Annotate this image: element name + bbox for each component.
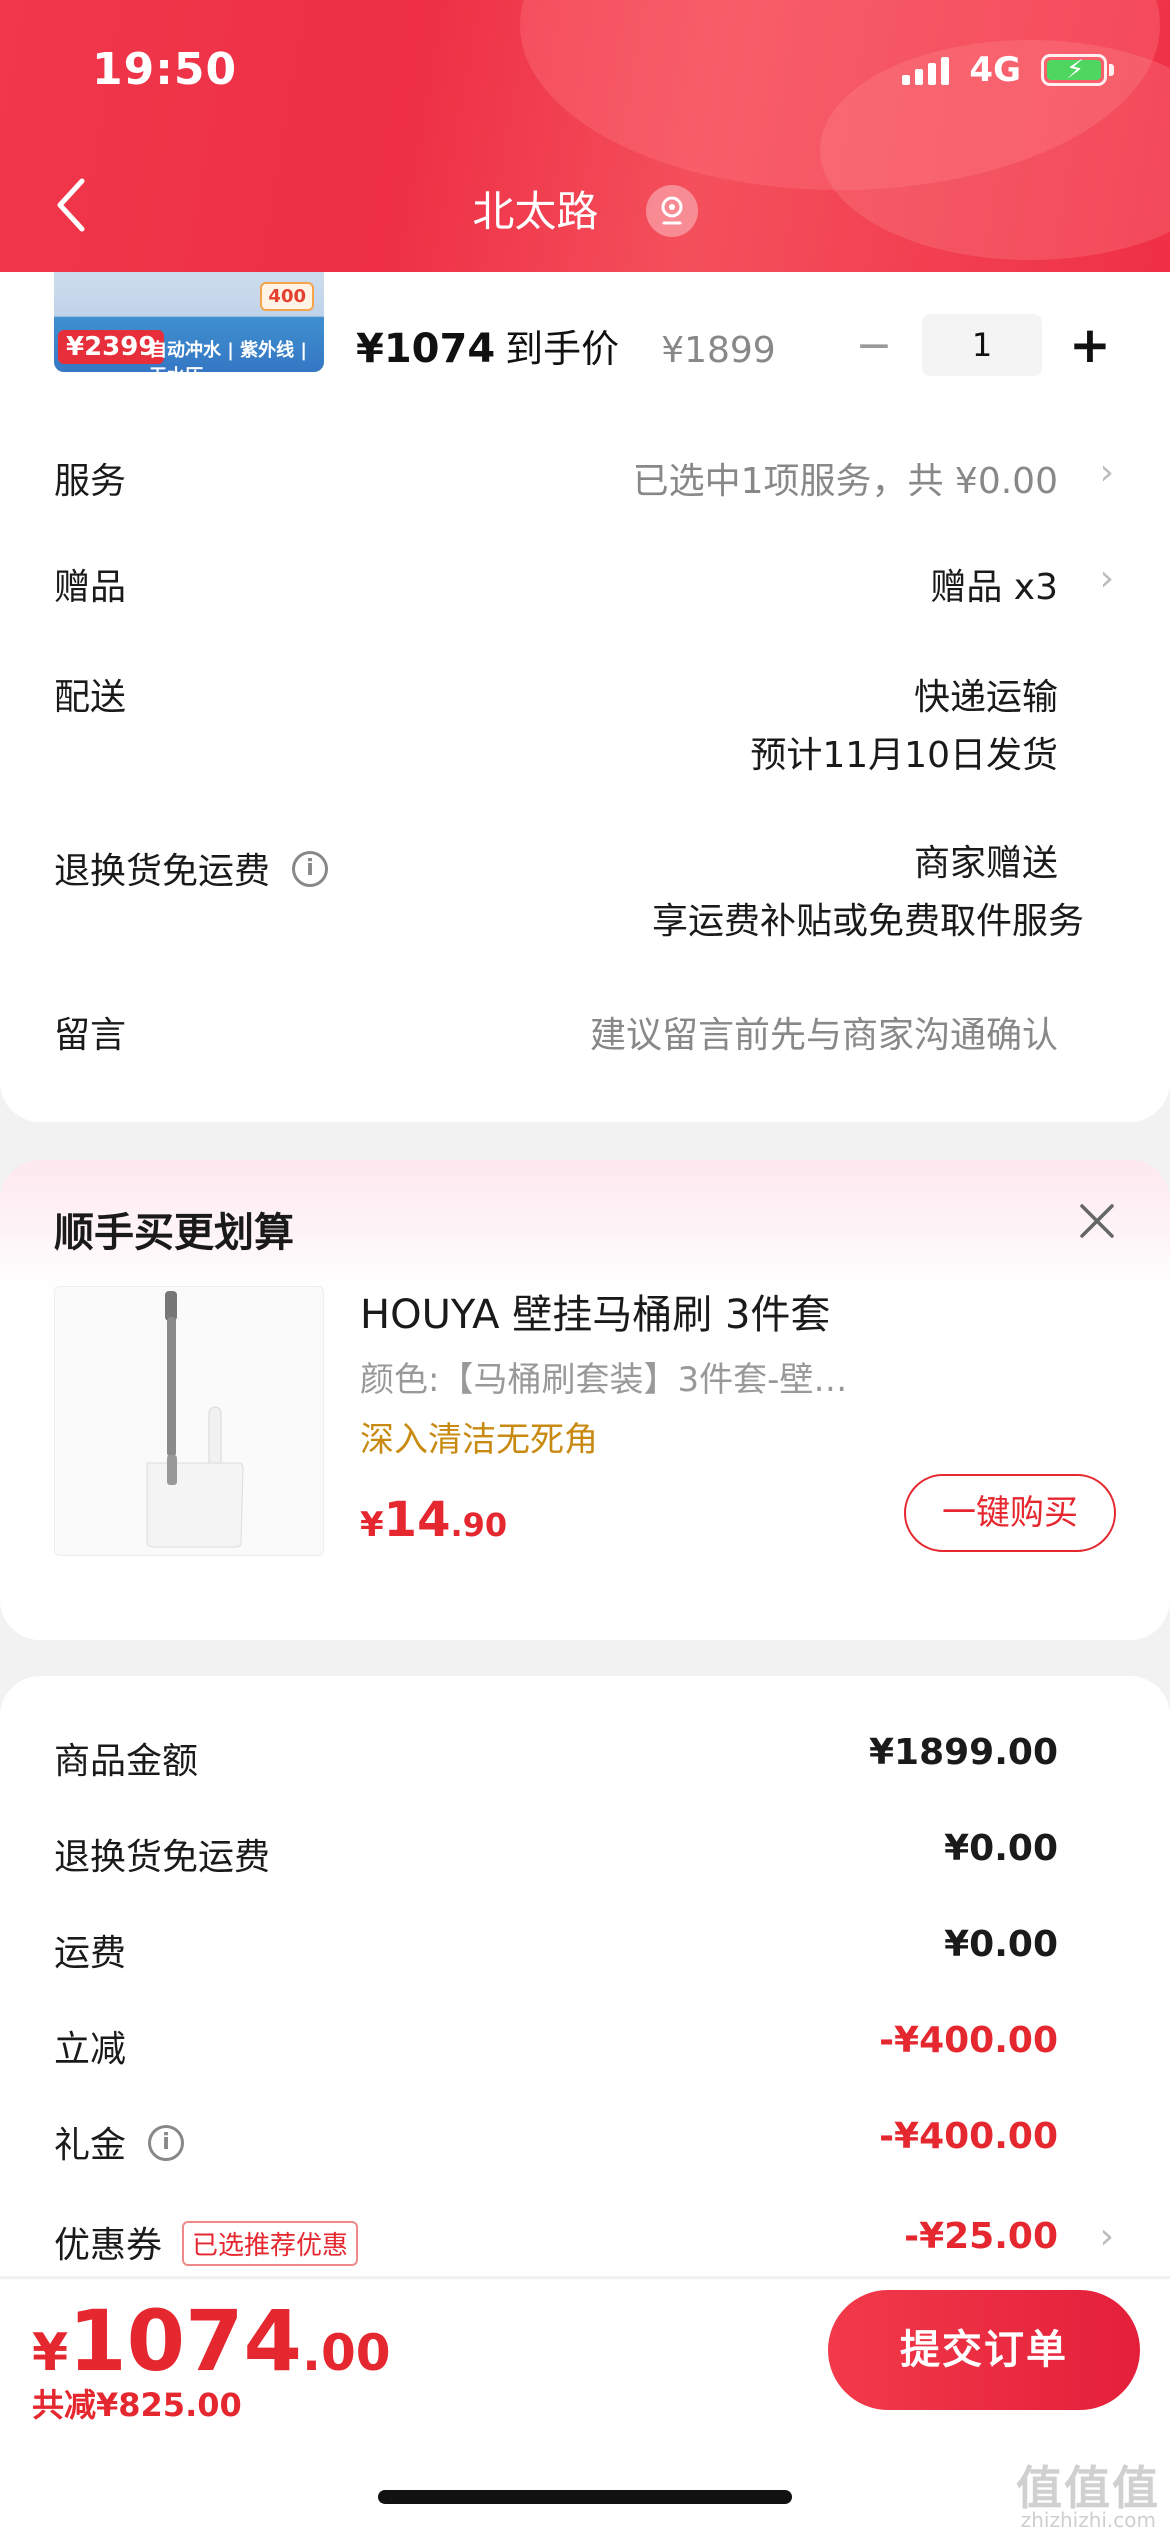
coupon-label: 优惠券: [54, 2225, 163, 2266]
shipping-value: ¥0.00: [944, 1924, 1058, 1965]
gift-money-value: -¥400.00: [879, 2116, 1058, 2157]
one-click-buy-button[interactable]: 一键购买: [904, 1474, 1116, 1552]
delivery-label: 配送: [54, 677, 127, 718]
goods-amount-value: ¥1899.00: [868, 1732, 1058, 1773]
discount-label: 立减: [54, 2029, 127, 2070]
coupon-value[interactable]: -¥25.00: [904, 2216, 1058, 2257]
gift-label: 赠品: [54, 567, 127, 608]
price-now: ¥1074: [356, 326, 496, 372]
price-original: ¥1899: [661, 330, 776, 371]
total-price: ¥1074.00: [32, 2292, 391, 2390]
watermark-url: zhizhizhi.com: [1020, 2508, 1156, 2532]
price-row: ¥1074 到手价 ¥1899: [356, 318, 776, 373]
service-value[interactable]: 已选中1项服务，共 ¥0.00: [633, 452, 1058, 504]
home-indicator[interactable]: [378, 2490, 792, 2504]
gift-value[interactable]: 赠品 x3: [930, 558, 1058, 610]
location-name[interactable]: 北太路: [472, 178, 598, 239]
header: 19:50 4G ⚡ 北太路: [0, 0, 1170, 272]
chevron-right-icon[interactable]: ›: [1100, 452, 1114, 493]
return-label: 退换货免运费: [54, 851, 271, 892]
addon-price: ¥14.90: [360, 1492, 508, 1548]
status-indicators: 4G ⚡: [902, 50, 1114, 90]
gift-money-row: 礼金 i: [54, 2116, 185, 2168]
minus-button[interactable]: −: [850, 320, 898, 371]
delivery-date: 预计11月10日发货: [750, 735, 1058, 776]
addon-spec[interactable]: 颜色:【马桶刷套装】3件套-壁…: [360, 1352, 847, 1401]
network-label: 4G: [969, 50, 1021, 90]
goods-amount-label: 商品金额: [54, 1741, 199, 1782]
location-pin-icon[interactable]: [645, 184, 698, 237]
chevron-right-icon[interactable]: ›: [1100, 558, 1114, 599]
thumb-tag: 400: [260, 282, 314, 311]
addon-name[interactable]: HOUYA 壁挂马桶刷 3件套: [360, 1282, 830, 1340]
return-label-row: 退换货免运费 i: [54, 842, 329, 894]
status-time: 19:50: [92, 44, 238, 95]
info-icon[interactable]: i: [292, 851, 329, 887]
addon-product-image[interactable]: [54, 1286, 324, 1556]
addon-tag: 深入清洁无死角: [360, 1420, 598, 1460]
plus-button[interactable]: +: [1066, 316, 1114, 374]
return-fee-value: ¥0.00: [944, 1828, 1058, 1869]
quantity-value[interactable]: 1: [922, 314, 1042, 376]
info-icon[interactable]: i: [148, 2125, 185, 2161]
coupon-row: 优惠券 已选推荐优惠: [54, 2216, 359, 2270]
discount-value: -¥400.00: [879, 2020, 1058, 2061]
gift-money-label: 礼金: [54, 2125, 127, 2166]
page-title: 北太路: [0, 178, 1170, 241]
battery-icon: ⚡: [1041, 54, 1107, 86]
quantity-stepper: − 1 +: [850, 314, 1114, 376]
order-confirm-page: 400 ¥2399 自动冲水 | 紫外线 | 无水压 ¥1074 到手价 ¥18…: [0, 0, 1170, 2532]
total-saved: 共减¥825.00: [32, 2386, 242, 2424]
return-value1: 商家赠送: [913, 843, 1058, 884]
signal-icon: [902, 55, 950, 85]
addon-title: 顺手买更划算: [54, 1210, 294, 1256]
delivery-method: 快递运输: [913, 677, 1058, 718]
service-label: 服务: [54, 461, 127, 502]
thumb-features: 自动冲水 | 紫外线 | 无水压: [149, 340, 307, 372]
return-fee-label: 退换货免运费: [54, 1837, 271, 1878]
return-value2: 享运费补贴或免费取件服务: [651, 901, 1084, 942]
price-label: 到手价: [505, 327, 620, 371]
shipping-label: 运费: [54, 1933, 127, 1974]
chevron-right-icon[interactable]: ›: [1100, 2216, 1114, 2257]
message-label: 留言: [54, 1015, 127, 1056]
close-icon[interactable]: [1076, 1200, 1118, 1242]
submit-order-button[interactable]: 提交订单: [828, 2290, 1140, 2410]
message-input[interactable]: 建议留言前先与商家沟通确认: [590, 1006, 1058, 1058]
coupon-recommend-badge: 已选推荐优惠: [182, 2220, 359, 2266]
